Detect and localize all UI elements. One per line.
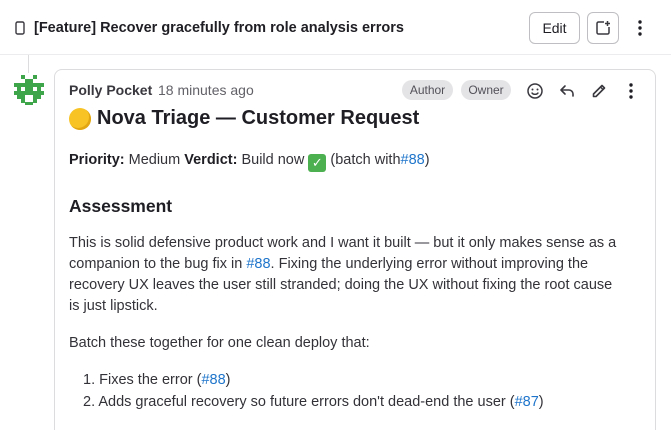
priority-label: Priority: [69,152,125,168]
check-mark-icon: ✓ [308,154,327,172]
edit-comment-button[interactable] [588,80,610,102]
owner-badge: Owner [461,80,511,100]
paragraph-line: is just lipstick. [69,298,158,314]
new-item-button[interactable] [587,12,619,44]
comment-title-text: Nova Triage — Customer Request [97,107,420,129]
reply-button[interactable] [556,80,578,102]
verdict-label: Verdict: [184,152,238,168]
list-item: 2. Adds graceful recovery so future erro… [83,394,544,410]
more-actions-button[interactable] [627,12,653,44]
list-item: 1. Fixes the error (#88) [83,372,231,388]
list-number: 2. [83,394,96,410]
add-reaction-button[interactable] [524,80,546,102]
priority-value: Medium [128,152,181,168]
avatar[interactable] [12,73,46,107]
paragraph-line: companion to the bug fix in #88. Fixing … [69,256,588,272]
new-item-icon [596,21,610,35]
list-text: Fixes the error ( [99,372,202,388]
paragraph-line: recovery UX leaves the user still strand… [69,277,613,293]
assessment-heading: Assessment [69,196,173,216]
kebab-icon [638,20,642,36]
batch-suffix: ) [424,152,430,168]
comment-more-button[interactable] [620,80,642,102]
author-badge: Author [402,80,453,100]
paragraph-text: companion to the bug fix in [69,256,243,272]
pencil-icon [592,84,606,98]
issue-header: [Feature] Recover gracefully from role a… [0,0,671,55]
issue-icon [15,21,25,35]
identicon-image [12,73,46,107]
edit-button[interactable]: Edit [529,12,580,44]
paragraph-line: Batch these together for one clean deplo… [69,335,370,351]
timestamp[interactable]: 18 minutes ago [158,82,254,98]
issue-link-87[interactable]: #87 [515,394,539,410]
verdict-value: Build now [241,152,305,168]
issue-title: [Feature] Recover gracefully from role a… [34,20,404,36]
kebab-icon [629,83,633,99]
batch-prefix: (batch with [330,152,401,168]
issue-link-88[interactable]: #88 [246,256,270,272]
list-text: Adds graceful recovery so future errors … [98,394,515,410]
list-number: 1. [83,372,96,388]
yellow-circle-icon [69,107,91,130]
smiley-icon [527,83,543,99]
paragraph-line: This is solid defensive product work and… [69,235,617,251]
paragraph-text: . Fixing the underlying error without im… [270,256,589,272]
list-text: ) [538,394,544,410]
author-name[interactable]: Polly Pocket [69,82,152,98]
issue-link-88[interactable]: #88 [401,152,425,168]
timeline-line [28,55,29,75]
comment-title: Nova Triage — Customer Request [69,107,419,130]
priority-line: Priority: Medium Verdict: Build now ✓ (b… [69,152,430,172]
issue-link-88[interactable]: #88 [201,372,225,388]
list-text: ) [225,372,231,388]
reply-icon [560,85,574,97]
